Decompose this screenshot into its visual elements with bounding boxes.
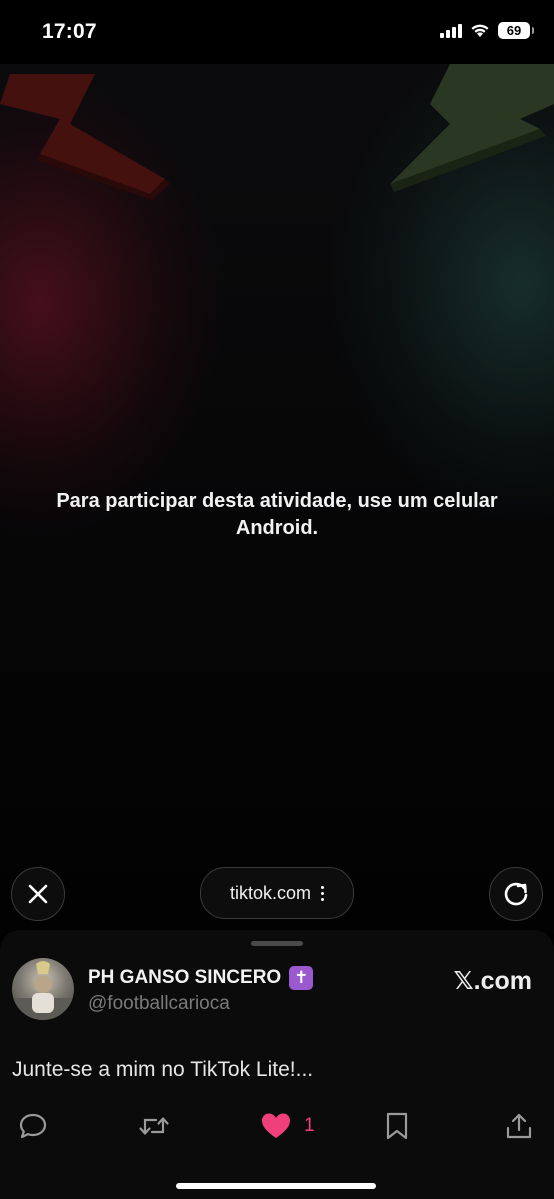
share-icon [506,1113,532,1139]
heart-icon [262,1113,290,1138]
like-count: 1 [304,1115,315,1136]
reply-button[interactable] [18,1108,48,1144]
webview-content: Para participar desta atividade, use um … [0,64,554,934]
tweet-actions: 1 [0,1108,554,1144]
status-bar: 17:07 69 [0,0,554,64]
close-button[interactable] [11,867,65,921]
x-com-logo[interactable]: 𝕏.com [454,966,533,996]
wifi-icon [471,24,489,37]
like-button[interactable]: 1 [260,1108,315,1144]
home-indicator[interactable] [176,1183,376,1189]
reload-icon [504,882,528,906]
share-button[interactable] [505,1108,533,1144]
avatar[interactable] [12,958,74,1020]
more-vertical-icon[interactable] [321,885,325,901]
retweet-button[interactable] [138,1108,170,1144]
retweet-icon [139,1117,169,1135]
display-name[interactable]: PH GANSO SINCERO ✝ [88,966,314,990]
display-name-text: PH GANSO SINCERO [88,967,282,988]
android-required-message: Para participar desta atividade, use um … [56,490,498,539]
bookmark-icon [386,1112,408,1140]
reply-icon [19,1113,47,1139]
user-handle[interactable]: @footballcarioca [88,993,230,1015]
tweet-text[interactable]: Junte-se a mim no TikTok Lite!... [12,1058,313,1082]
green-lightning-icon [390,64,554,192]
url-pill[interactable]: tiktok.com [200,867,354,919]
sheet-grabber[interactable] [251,941,303,946]
bookmark-button[interactable] [384,1108,410,1144]
url-text: tiktok.com [229,882,312,903]
reload-button[interactable] [489,867,543,921]
signal-icon [440,23,462,38]
avatar-image [12,961,74,1020]
close-icon [28,884,48,904]
red-lightning-icon [0,74,170,200]
tweet-card: PH GANSO SINCERO ✝ @footballcarioca 𝕏.co… [0,930,554,1199]
cross-badge-icon: ✝ [289,966,314,990]
battery-icon: 69 [498,22,534,39]
status-icons: 69 [440,22,534,39]
status-time: 17:07 [42,20,97,43]
